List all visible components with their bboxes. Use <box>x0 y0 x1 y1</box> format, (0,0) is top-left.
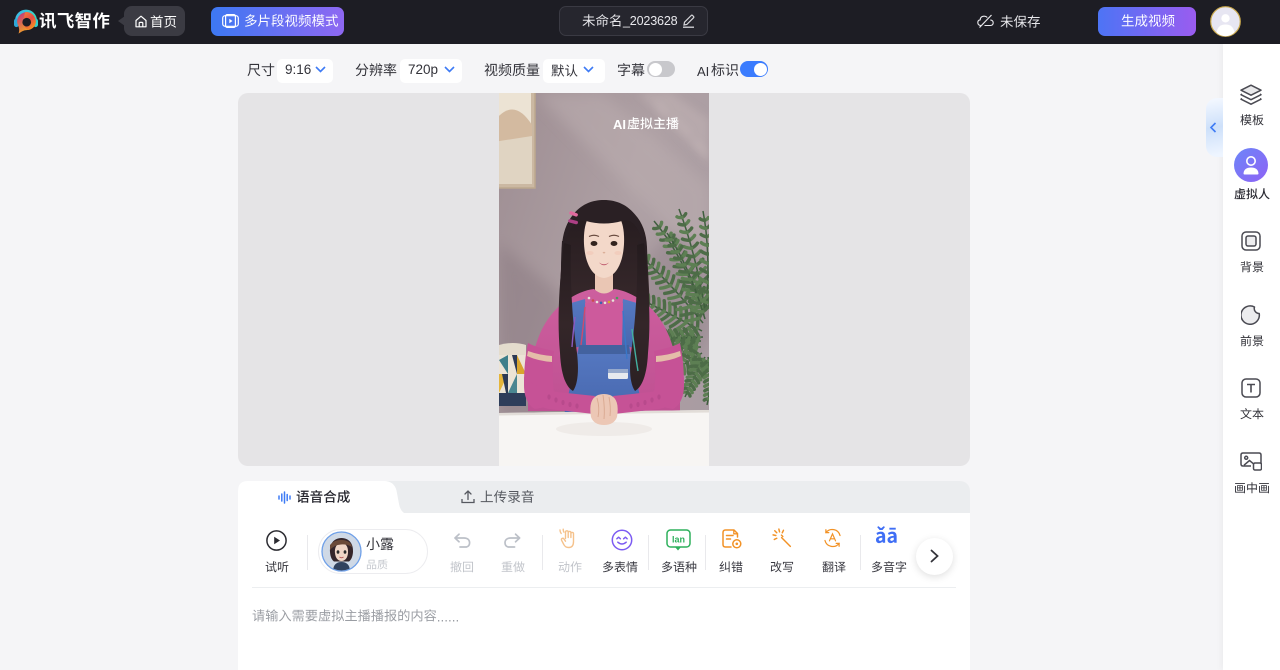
svg-text:lan: lan <box>672 535 685 545</box>
